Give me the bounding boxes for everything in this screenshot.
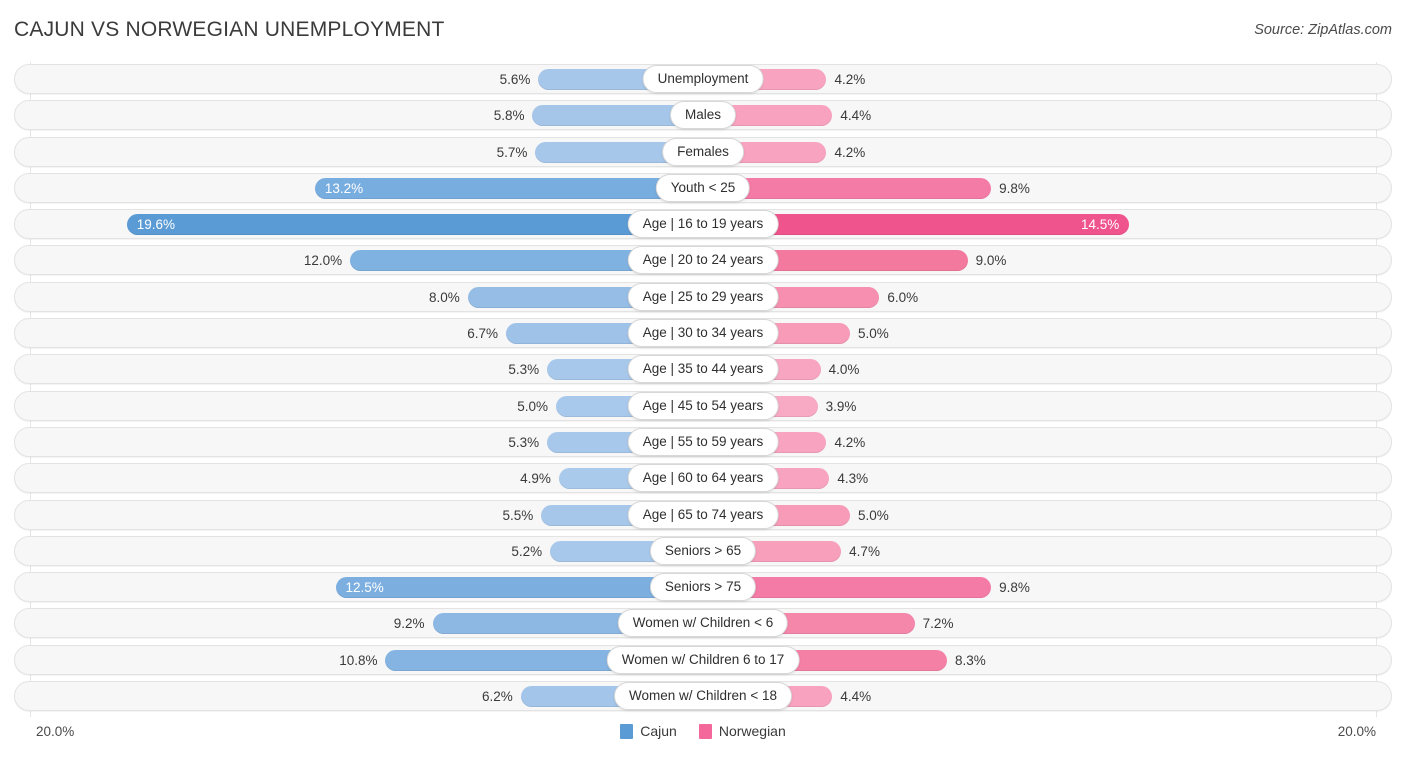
bar-value-cajun: 5.2% [511, 543, 543, 559]
category-label: Youth < 25 [655, 173, 751, 202]
table-row: 5.2% 4.7% Seniors > 65 [0, 535, 1406, 566]
category-label: Women w/ Children 6 to 17 [606, 645, 800, 674]
table-row: 6.7% 5.0% Age | 30 to 34 years [0, 318, 1406, 349]
category-label: Seniors > 65 [649, 536, 757, 565]
table-row: 19.6% 14.5% Age | 16 to 19 years [0, 209, 1406, 240]
bar-value-norwegian: 9.8% [999, 180, 1030, 196]
table-row: 4.9% 4.3% Age | 60 to 64 years [0, 463, 1406, 494]
table-row: 10.8% 8.3% Women w/ Children 6 to 17 [0, 644, 1406, 675]
chart-plot-area: 5.6% 4.2% Unemployment 5.8% 4.4% Males 5.7% 4.2… [0, 62, 1406, 717]
axis-max-label-right: 20.0% [1337, 724, 1376, 739]
table-row: 12.0% 9.0% Age | 20 to 24 years [0, 245, 1406, 276]
category-label: Females [662, 137, 744, 166]
bar-value-norwegian: 6.0% [887, 289, 919, 305]
bar-value-norwegian: 4.0% [828, 362, 860, 378]
bar-value-norwegian: 8.3% [955, 652, 986, 668]
bar-value-norwegian: 5.0% [858, 326, 889, 342]
bar-value-norwegian: 4.3% [837, 471, 869, 487]
table-row: 8.0% 6.0% Age | 25 to 29 years [0, 281, 1406, 312]
category-label: Males [669, 101, 737, 130]
category-label: Unemployment [642, 65, 764, 93]
bar-value-norwegian: 4.4% [840, 108, 872, 124]
legend-item-norwegian[interactable]: Norwegian [698, 723, 786, 739]
legend-label-cajun: Cajun [640, 723, 677, 739]
bar-value-norwegian: 4.4% [840, 689, 872, 705]
bar-value-cajun: 5.7% [496, 144, 528, 160]
bar-cajun: 19.6% [126, 214, 703, 236]
category-label: Age | 45 to 54 years [627, 391, 779, 420]
bar-value-norwegian: 14.5% [1081, 217, 1120, 233]
bar-value-cajun: 6.2% [481, 689, 513, 705]
table-row: 9.2% 7.2% Women w/ Children < 6 [0, 608, 1406, 639]
bar-value-cajun: 8.0% [429, 289, 460, 305]
bar-value-cajun: 12.0% [303, 253, 343, 269]
bar-value-cajun: 13.2% [324, 180, 364, 196]
bar-value-norwegian: 5.0% [858, 507, 889, 523]
bar-value-cajun: 5.8% [493, 108, 525, 124]
bar-value-cajun: 9.2% [393, 616, 425, 632]
bar-value-cajun: 5.3% [508, 434, 540, 450]
bar-value-cajun: 5.5% [502, 507, 534, 523]
table-row: 5.5% 5.0% Age | 65 to 74 years [0, 499, 1406, 530]
chart-header: CAJUN VS NORWEGIAN UNEMPLOYMENT Source: … [0, 0, 1406, 62]
table-row: 12.5% 9.8% Seniors > 75 [0, 572, 1406, 603]
category-label: Women w/ Children < 6 [617, 609, 789, 638]
chart-footer: 20.0% Cajun Norwegian 20.0% [0, 717, 1406, 757]
bar-cajun: 13.2% [314, 177, 703, 199]
legend-label-norwegian: Norwegian [718, 723, 786, 739]
table-row: 5.3% 4.0% Age | 35 to 44 years [0, 354, 1406, 385]
bar-value-norwegian: 4.2% [834, 434, 866, 450]
bar-rows-container: 5.6% 4.2% Unemployment 5.8% 4.4% Males 5.7% 4.2… [0, 64, 1406, 717]
table-row: 5.3% 4.2% Age | 55 to 59 years [0, 426, 1406, 457]
bar-value-cajun: 10.8% [339, 652, 378, 668]
bar-value-cajun: 4.9% [520, 471, 551, 487]
bar-cajun: 12.5% [335, 577, 703, 599]
category-label: Age | 20 to 24 years [627, 246, 779, 275]
bar-value-cajun: 5.0% [517, 398, 548, 414]
table-row: 5.6% 4.2% Unemployment [0, 64, 1406, 94]
category-label: Age | 60 to 64 years [627, 464, 779, 493]
bar-value-norwegian: 7.2% [922, 616, 954, 632]
bar-value-cajun: 5.6% [499, 72, 531, 87]
category-label: Age | 16 to 19 years [627, 210, 779, 239]
category-label: Age | 25 to 29 years [627, 282, 779, 311]
bar-value-norwegian: 3.9% [825, 398, 857, 414]
category-label: Seniors > 75 [649, 573, 757, 602]
bar-value-norwegian: 9.0% [975, 253, 1007, 269]
table-row: 5.7% 4.2% Females [0, 136, 1406, 167]
category-label: Age | 55 to 59 years [627, 427, 779, 456]
bar-value-norwegian: 9.8% [999, 580, 1030, 596]
bar-value-norwegian: 4.2% [834, 144, 866, 160]
table-row: 5.8% 4.4% Males [0, 100, 1406, 131]
table-row: 5.0% 3.9% Age | 45 to 54 years [0, 390, 1406, 421]
legend-item-cajun[interactable]: Cajun [620, 723, 677, 739]
category-label: Age | 35 to 44 years [627, 355, 779, 384]
category-label: Women w/ Children < 18 [614, 682, 792, 711]
source-attribution: Source: ZipAtlas.com [1254, 22, 1392, 38]
bar-value-norwegian: 4.2% [834, 72, 866, 87]
page-title: CAJUN VS NORWEGIAN UNEMPLOYMENT [14, 18, 445, 41]
bar-value-cajun: 5.3% [508, 362, 540, 378]
bar-value-cajun: 12.5% [345, 580, 384, 596]
category-label: Age | 30 to 34 years [627, 319, 779, 348]
legend-swatch-norwegian [698, 723, 712, 739]
chart-legend: Cajun Norwegian [0, 723, 1406, 739]
category-label: Age | 65 to 74 years [627, 500, 779, 529]
bar-value-cajun: 6.7% [467, 326, 499, 342]
legend-swatch-cajun [620, 723, 634, 739]
table-row: 13.2% 9.8% Youth < 25 [0, 172, 1406, 203]
bar-value-norwegian: 4.7% [849, 543, 880, 559]
table-row: 6.2% 4.4% Women w/ Children < 18 [0, 681, 1406, 712]
bar-value-cajun: 19.6% [136, 217, 176, 233]
